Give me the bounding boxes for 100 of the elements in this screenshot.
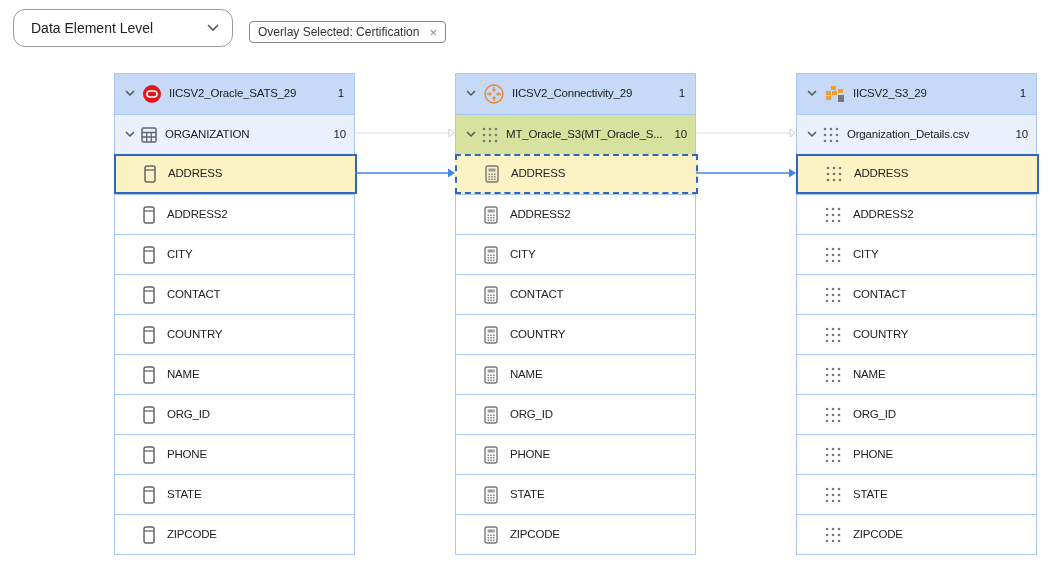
field-name: ADDRESS2 xyxy=(510,206,571,222)
field-name: NAME xyxy=(510,366,543,382)
chevron-down-icon[interactable] xyxy=(807,129,817,140)
source-header[interactable]: IICSV2_Connectivity_29 1 xyxy=(456,74,695,114)
calculator-icon xyxy=(484,525,498,544)
field-row[interactable]: ZIPCODE xyxy=(456,514,695,554)
field-row[interactable]: ORG_ID xyxy=(456,394,695,434)
field-name: ORG_ID xyxy=(510,406,553,422)
calculator-icon xyxy=(484,365,498,384)
field-row[interactable]: STATE xyxy=(456,474,695,514)
dot-grid-icon xyxy=(823,126,839,143)
field-name: ADDRESS2 xyxy=(853,206,914,222)
field-row[interactable]: CITY xyxy=(115,234,354,274)
dot-grid-icon xyxy=(825,326,841,343)
chevron-down-icon[interactable] xyxy=(125,89,135,99)
field-name: ORG_ID xyxy=(167,406,210,422)
field-name: CITY xyxy=(510,246,536,262)
dot-grid-icon xyxy=(825,206,841,223)
field-row[interactable]: NAME xyxy=(456,354,695,394)
column-icon xyxy=(144,165,156,183)
count-label: 1 xyxy=(1019,86,1026,102)
dot-grid-icon xyxy=(825,526,841,543)
field-name: PHONE xyxy=(167,446,207,462)
field-name: PHONE xyxy=(853,446,893,462)
field-row[interactable]: CONTACT xyxy=(797,274,1036,314)
field-row[interactable]: PHONE xyxy=(115,434,354,474)
column-icon xyxy=(143,445,155,464)
cubes-icon xyxy=(825,85,845,103)
object-row[interactable]: ORGANIZATION 10 xyxy=(115,114,354,154)
field-row[interactable]: ZIPCODE xyxy=(797,514,1036,554)
object-row[interactable]: MT_Oracle_S3(MT_Oracle_S... 10 xyxy=(456,114,695,154)
chevron-down-icon[interactable] xyxy=(466,129,476,140)
dot-grid-icon xyxy=(826,166,842,182)
dot-grid-icon xyxy=(482,126,498,143)
field-name: CONTACT xyxy=(510,286,564,302)
field-name: ADDRESS xyxy=(854,166,909,182)
field-row[interactable]: NAME xyxy=(115,354,354,394)
field-row[interactable]: ADDRESS xyxy=(114,154,357,194)
count-label: 1 xyxy=(678,86,685,102)
field-row[interactable]: ZIPCODE xyxy=(115,514,354,554)
field-row[interactable]: PHONE xyxy=(797,434,1036,474)
field-name: COUNTRY xyxy=(853,326,909,342)
field-row[interactable]: CITY xyxy=(797,234,1036,274)
network-icon xyxy=(484,84,504,104)
object-row[interactable]: Organization_Details.csv 10 xyxy=(797,114,1036,154)
calculator-icon xyxy=(484,405,498,424)
source-title: IICSV2_Oracle_SATS_29 xyxy=(169,86,298,102)
close-button[interactable]: × xyxy=(429,25,437,39)
field-row[interactable]: ADDRESS xyxy=(796,154,1039,194)
calculator-icon xyxy=(484,485,498,504)
field-name: NAME xyxy=(167,366,200,382)
field-row[interactable]: COUNTRY xyxy=(115,314,354,354)
source-header[interactable]: IICSV2_S3_29 1 xyxy=(797,74,1036,114)
field-name: ZIPCODE xyxy=(167,526,217,542)
calculator-icon xyxy=(485,165,499,183)
dot-grid-icon xyxy=(825,366,841,383)
count-label: 10 xyxy=(333,126,346,142)
field-row[interactable]: CONTACT xyxy=(456,274,695,314)
calculator-icon xyxy=(484,245,498,264)
field-row[interactable]: ORG_ID xyxy=(797,394,1036,434)
object-name: MT_Oracle_S3(MT_Oracle_S... xyxy=(505,126,664,142)
column-icon xyxy=(143,285,155,304)
column-icon xyxy=(143,205,155,224)
field-name: COUNTRY xyxy=(167,326,223,342)
field-name: CONTACT xyxy=(853,286,907,302)
column-icon xyxy=(143,325,155,344)
field-row[interactable]: STATE xyxy=(797,474,1036,514)
field-row[interactable]: ORG_ID xyxy=(115,394,354,434)
field-row[interactable]: ADDRESS xyxy=(455,154,698,194)
chevron-down-icon xyxy=(207,24,219,32)
dot-grid-icon xyxy=(825,486,841,503)
column-icon xyxy=(143,405,155,424)
column-icon xyxy=(143,365,155,384)
source-header[interactable]: IICSV2_Oracle_SATS_29 1 xyxy=(115,74,354,114)
field-row[interactable]: ADDRESS2 xyxy=(456,194,695,234)
field-row[interactable]: NAME xyxy=(797,354,1036,394)
field-row[interactable]: COUNTRY xyxy=(456,314,695,354)
column-icon xyxy=(143,245,155,264)
field-row[interactable]: STATE xyxy=(115,474,354,514)
field-row[interactable]: CITY xyxy=(456,234,695,274)
count-label: 1 xyxy=(337,86,344,102)
column-icon xyxy=(143,525,155,544)
field-row[interactable]: ADDRESS2 xyxy=(797,194,1036,234)
field-name: ADDRESS xyxy=(168,166,223,182)
chevron-down-icon[interactable] xyxy=(807,89,817,99)
field-name: PHONE xyxy=(510,446,550,462)
count-label: 10 xyxy=(1015,126,1028,142)
field-row[interactable]: ADDRESS2 xyxy=(115,194,354,234)
calculator-icon xyxy=(484,205,498,224)
field-row[interactable]: COUNTRY xyxy=(797,314,1036,354)
calculator-icon xyxy=(484,285,498,304)
field-name: ZIPCODE xyxy=(510,526,560,542)
column-icon xyxy=(143,485,155,504)
chevron-down-icon[interactable] xyxy=(125,129,135,140)
field-row[interactable]: CONTACT xyxy=(115,274,354,314)
level-dropdown[interactable]: Data Element Level xyxy=(13,9,233,47)
field-name: ADDRESS2 xyxy=(167,206,228,222)
chevron-down-icon[interactable] xyxy=(466,89,476,99)
field-row[interactable]: PHONE xyxy=(456,434,695,474)
overlay-label: Overlay Selected: Certification xyxy=(258,24,420,41)
